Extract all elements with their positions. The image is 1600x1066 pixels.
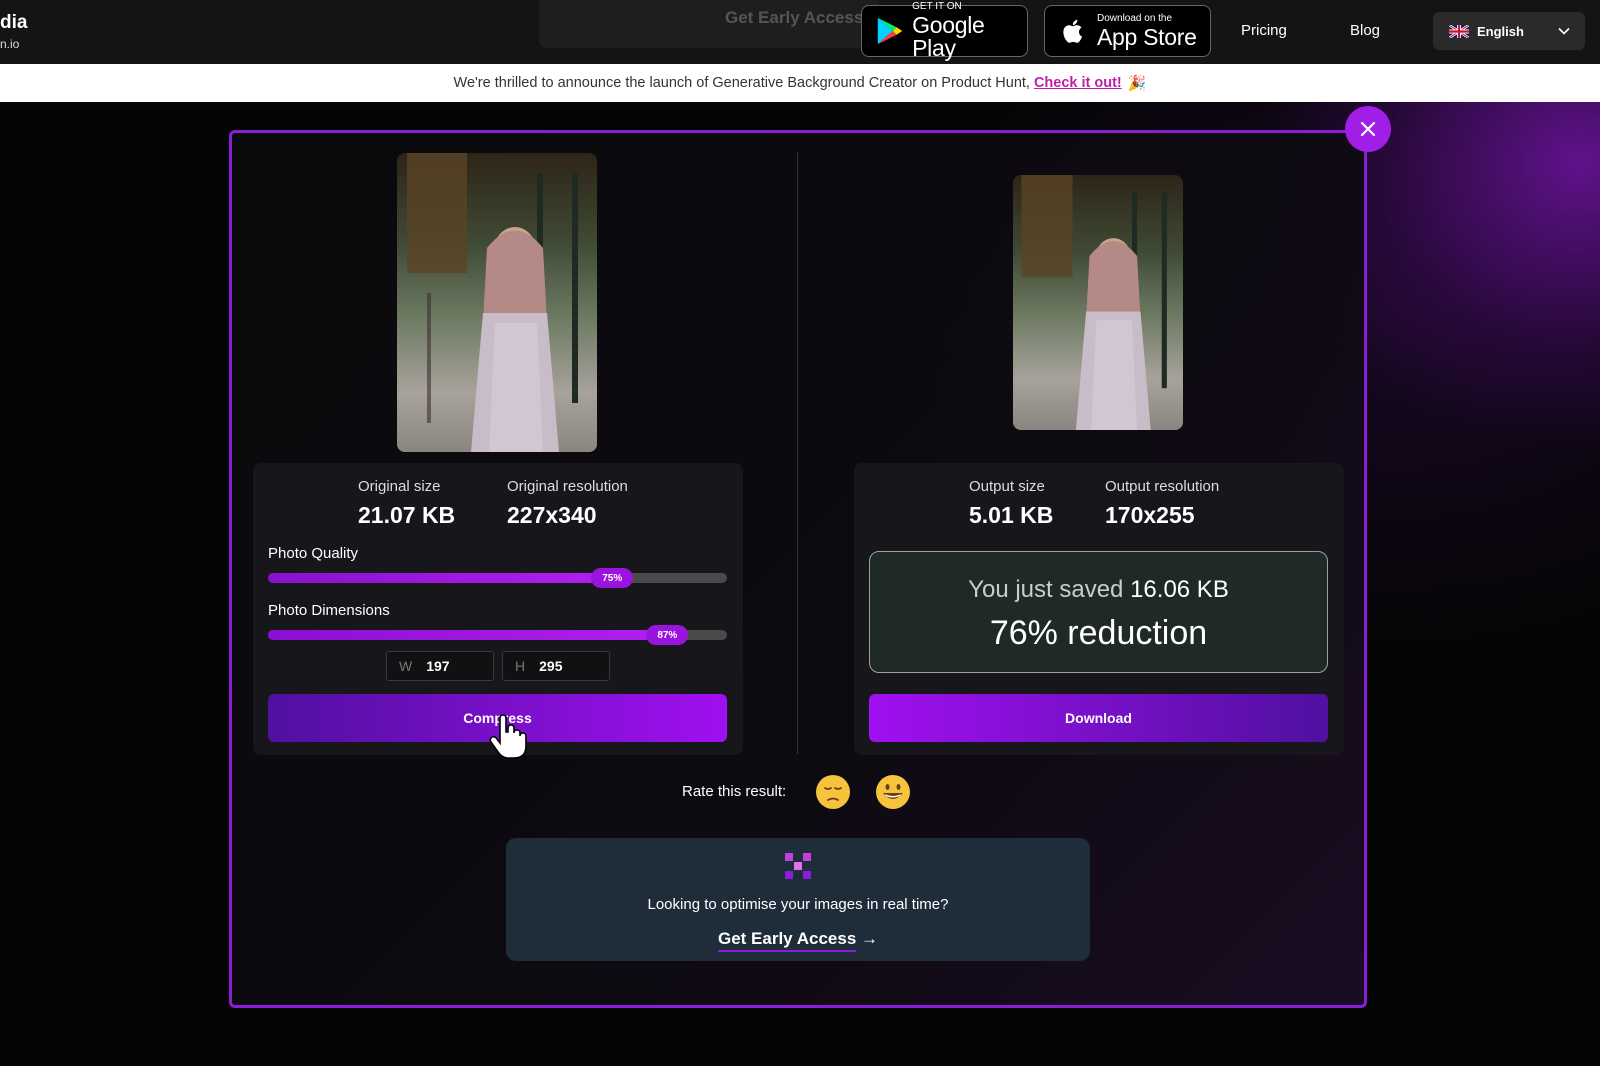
logo-subtext: n.io: [0, 37, 20, 51]
hand-cursor-icon: [489, 714, 527, 759]
saved-line: You just saved 16.06 KB: [870, 576, 1327, 604]
google-play-small-text: GET IT ON: [912, 1, 962, 12]
chevron-down-icon: [1558, 27, 1570, 35]
width-input[interactable]: W 197: [386, 651, 494, 681]
original-photo-image: [397, 153, 597, 452]
close-modal-button[interactable]: [1345, 106, 1391, 152]
logo-text[interactable]: dia: [0, 12, 27, 34]
width-value: 197: [426, 658, 450, 674]
photo-dimensions-thumb[interactable]: 87%: [646, 625, 689, 645]
saved-value: 16.06 KB: [1130, 576, 1229, 603]
original-resolution-value: 227x340: [507, 502, 597, 528]
language-select[interactable]: English: [1433, 12, 1585, 50]
app-store-small-text: Download on the: [1097, 12, 1173, 24]
party-popper-icon: 🎉: [1127, 75, 1147, 92]
output-resolution-label: Output resolution: [1105, 478, 1220, 495]
output-size-value: 5.01 KB: [969, 502, 1054, 528]
announcement-bar: We're thrilled to announce the launch of…: [0, 64, 1600, 102]
ghost-early-access-button[interactable]: Get Early Access: [539, 0, 879, 48]
get-early-access-label: Get Early Access: [717, 929, 857, 952]
photo-quality-slider[interactable]: 75%: [268, 568, 727, 588]
sad-face-icon[interactable]: [814, 773, 852, 811]
height-prefix: H: [515, 658, 526, 674]
photo-quality-label: Photo Quality: [268, 545, 359, 562]
promo-text: Looking to optimise your images in real …: [647, 896, 949, 913]
early-access-promo-card: Looking to optimise your images in real …: [506, 838, 1090, 961]
original-size-value: 21.07 KB: [358, 502, 456, 528]
output-photo-image: [1013, 175, 1183, 430]
output-photo: [1013, 175, 1183, 430]
nav-link-blog[interactable]: Blog: [1350, 22, 1380, 39]
close-icon: [1360, 121, 1376, 137]
photo-dimensions-fill: [268, 630, 668, 640]
uk-flag-icon: [1449, 24, 1469, 38]
width-prefix: W: [399, 658, 413, 674]
download-button[interactable]: Download: [869, 694, 1328, 742]
original-resolution-label: Original resolution: [507, 478, 628, 495]
rate-result-label: Rate this result:: [682, 783, 787, 800]
google-play-big-text: Google Play: [912, 12, 985, 61]
height-value: 295: [539, 658, 563, 674]
language-label: English: [1477, 23, 1524, 39]
announcement-text: We're thrilled to announce the launch of…: [453, 75, 1030, 91]
column-divider: [797, 152, 798, 754]
happy-face-icon[interactable]: [874, 773, 912, 811]
brand-mark-icon: [785, 853, 811, 879]
photo-quality-fill: [268, 573, 613, 583]
photo-quality-thumb[interactable]: 75%: [591, 568, 634, 588]
photo-dimensions-slider[interactable]: 87%: [268, 625, 727, 645]
get-early-access-link[interactable]: Get Early Access →: [506, 929, 1090, 952]
reduction-text: 76% reduction: [989, 614, 1208, 652]
announcement-link[interactable]: Check it out!: [1034, 75, 1122, 91]
app-store-badge[interactable]: Download on the App Store: [1044, 5, 1211, 57]
original-photo: [397, 153, 597, 452]
output-resolution-value: 170x255: [1105, 502, 1195, 528]
top-navbar: dia n.io Get Early Access GET IT ON Goog…: [0, 0, 1600, 64]
photo-dimensions-label: Photo Dimensions: [268, 602, 390, 619]
arrow-right-icon: →: [861, 929, 879, 948]
app-store-big-text: App Store: [1097, 23, 1197, 50]
height-input[interactable]: H 295: [502, 651, 610, 681]
original-size-label: Original size: [358, 478, 441, 495]
saved-prefix: You just saved: [968, 576, 1124, 603]
nav-link-pricing[interactable]: Pricing: [1241, 22, 1287, 39]
apple-icon: [1063, 19, 1083, 43]
output-size-label: Output size: [969, 478, 1045, 495]
savings-summary-box: You just saved 16.06 KB 76% reduction: [869, 551, 1328, 673]
google-play-icon: [877, 17, 903, 45]
google-play-badge[interactable]: GET IT ON Google Play: [861, 1, 1028, 61]
